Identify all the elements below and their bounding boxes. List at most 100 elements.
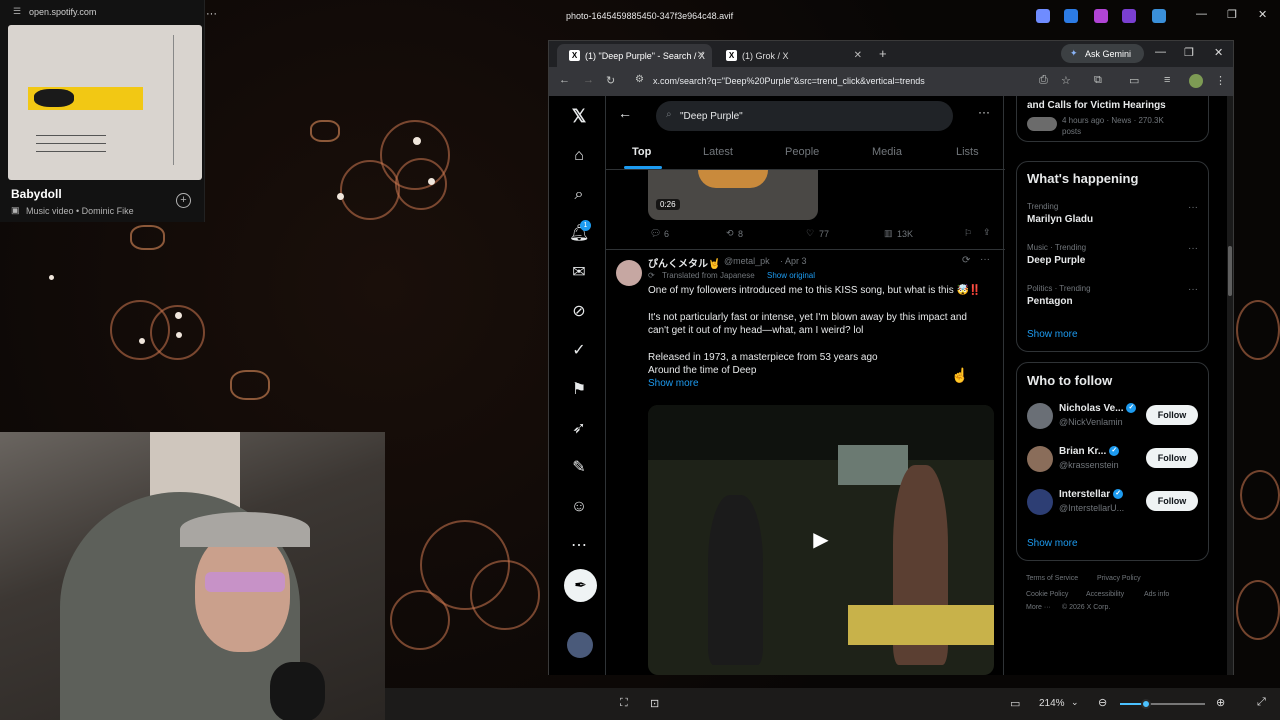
tweet[interactable]: ぴんくメタル🤘 @metal_pk · Apr 3 ⟳ ··· ⟳ Transl…: [606, 249, 1005, 675]
tab-lists[interactable]: Lists: [956, 146, 979, 158]
expand-icon[interactable]: ⤢: [1257, 696, 1266, 709]
settings-icon[interactable]: ☰: [13, 6, 21, 17]
trend-more-icon[interactable]: ···: [1188, 202, 1198, 213]
home-icon[interactable]: ⌂: [569, 146, 589, 166]
show-more-link[interactable]: Show more: [648, 377, 699, 390]
site-info-icon[interactable]: ⚙: [635, 74, 644, 85]
footer-link[interactable]: Ads info: [1144, 591, 1169, 598]
zoom-in-icon[interactable]: ⊕: [1216, 696, 1225, 709]
tray-app-icon[interactable]: [1064, 9, 1078, 23]
tab-latest[interactable]: Latest: [703, 146, 733, 158]
grok-icon[interactable]: ⊘: [569, 302, 589, 322]
info-icon[interactable]: ⊡: [650, 697, 659, 710]
back-icon[interactable]: ←: [559, 74, 570, 86]
install-icon[interactable]: ⎙: [1039, 74, 1048, 87]
repost-icon[interactable]: ⟲: [726, 228, 734, 239]
search-icon[interactable]: ⌕: [569, 185, 589, 205]
footer-link[interactable]: Cookie Policy: [1026, 591, 1068, 598]
follow-button[interactable]: Follow: [1146, 448, 1198, 468]
reload-icon[interactable]: ↻: [606, 74, 615, 87]
tab-deep-purple-search[interactable]: X (1) "Deep Purple" - Search / X ✕: [557, 44, 712, 67]
account-avatar[interactable]: [567, 632, 593, 658]
media-icon[interactable]: ≡: [1164, 74, 1170, 86]
footer-link[interactable]: Accessibility: [1086, 591, 1124, 598]
tray-app-icon[interactable]: [1122, 9, 1136, 23]
forward-icon[interactable]: →: [583, 74, 594, 86]
menu-icon[interactable]: ⋮: [1215, 74, 1226, 87]
prev-post-video[interactable]: 0:26: [648, 170, 818, 220]
verified-icon[interactable]: ✓: [569, 341, 589, 361]
play-icon[interactable]: ▶: [808, 527, 834, 553]
footer-link[interactable]: Privacy Policy: [1097, 575, 1141, 582]
follow-avatar[interactable]: [1027, 446, 1053, 472]
close-icon[interactable]: ✕: [1214, 46, 1223, 59]
tray-app-icon[interactable]: [1036, 9, 1050, 23]
show-more-link[interactable]: Show more: [1027, 538, 1078, 549]
zoom-slider-thumb[interactable]: [1141, 699, 1151, 709]
tray-app-icon[interactable]: [1094, 9, 1108, 23]
x-logo-icon[interactable]: 𝕏: [569, 106, 589, 126]
zoom-out-icon[interactable]: ⊖: [1098, 696, 1107, 709]
trend-name[interactable]: Pentagon: [1027, 296, 1073, 307]
tab-media[interactable]: Media: [872, 146, 902, 158]
share-icon[interactable]: ⇪: [983, 227, 991, 238]
bookmarks-icon[interactable]: ⚑: [569, 380, 589, 400]
trend-name[interactable]: Marilyn Gladu: [1027, 214, 1093, 225]
post-date[interactable]: · Apr 3: [780, 256, 807, 266]
zoom-slider[interactable]: [1120, 699, 1205, 709]
footer-link[interactable]: Terms of Service: [1026, 575, 1078, 582]
tray-app-icon[interactable]: [1152, 9, 1166, 23]
address-bar[interactable]: x.com/search?q="Deep%20Purple"&src=trend…: [653, 76, 925, 86]
new-tab-icon[interactable]: +: [879, 46, 887, 61]
like-icon[interactable]: ♡: [806, 228, 814, 239]
follow-name[interactable]: Nicholas Ve... ✓: [1059, 403, 1137, 414]
follow-avatar[interactable]: [1027, 489, 1053, 515]
tab-people[interactable]: People: [785, 146, 819, 158]
ask-gemini-button[interactable]: ✦ Ask Gemini: [1061, 44, 1144, 63]
author-name[interactable]: ぴんくメタル🤘: [648, 255, 720, 270]
show-more-link[interactable]: Show more: [1027, 329, 1078, 340]
aspect-icon[interactable]: ▭: [1010, 697, 1020, 710]
profile-avatar[interactable]: [1189, 74, 1203, 88]
search-input[interactable]: ⌕ "Deep Purple": [656, 101, 953, 131]
maximize-icon[interactable]: ❐: [1184, 46, 1194, 59]
back-arrow-icon[interactable]: ←: [618, 105, 632, 121]
news-card[interactable]: and Calls for Victim Hearings 4 hours ag…: [1016, 96, 1209, 142]
follow-name[interactable]: Interstellar ✓: [1059, 489, 1124, 500]
zoom-level[interactable]: 214%: [1039, 698, 1065, 709]
more-options-icon[interactable]: ···: [980, 254, 990, 265]
add-icon[interactable]: +: [176, 193, 191, 208]
author-handle[interactable]: @metal_pk: [724, 256, 770, 266]
follow-button[interactable]: Follow: [1146, 491, 1198, 511]
articles-icon[interactable]: ✎: [569, 458, 589, 478]
trend-more-icon[interactable]: ···: [1188, 284, 1198, 295]
chevron-down-icon[interactable]: ⌄: [1071, 697, 1079, 708]
split-view-icon[interactable]: ▭: [1129, 74, 1139, 87]
tab-top[interactable]: Top: [632, 146, 651, 158]
minimize-icon[interactable]: —: [1155, 46, 1166, 58]
views-icon[interactable]: ▥: [884, 228, 893, 239]
follow-name[interactable]: Brian Kr... ✓: [1059, 446, 1120, 457]
jobs-icon[interactable]: ➶: [569, 419, 589, 439]
scrollbar[interactable]: [1227, 96, 1233, 675]
profile-icon[interactable]: ☺: [569, 497, 589, 517]
follow-avatar[interactable]: [1027, 403, 1053, 429]
tab-grok[interactable]: X (1) Grok / X ✕: [714, 44, 869, 67]
close-tab-icon[interactable]: ✕: [697, 50, 705, 61]
author-avatar[interactable]: [616, 260, 642, 286]
close-tab-icon[interactable]: ✕: [854, 50, 862, 61]
trend-name[interactable]: Deep Purple: [1027, 255, 1085, 266]
follow-button[interactable]: Follow: [1146, 405, 1198, 425]
trend-more-icon[interactable]: ···: [1188, 243, 1198, 254]
post-button[interactable]: ✒: [564, 569, 597, 602]
close-icon[interactable]: ✕: [1258, 8, 1267, 21]
grok-icon[interactable]: ⟳: [962, 255, 970, 266]
extensions-icon[interactable]: ⧉: [1094, 74, 1102, 87]
bookmark-star-icon[interactable]: ☆: [1061, 74, 1071, 87]
show-original-link[interactable]: Show original: [767, 271, 815, 280]
reply-icon[interactable]: 💬︎: [650, 228, 661, 239]
minimize-icon[interactable]: —: [1196, 8, 1207, 20]
bookmark-icon[interactable]: ⚐: [964, 228, 972, 239]
footer-link[interactable]: More ···: [1026, 604, 1051, 611]
more-icon[interactable]: ···: [206, 8, 217, 20]
